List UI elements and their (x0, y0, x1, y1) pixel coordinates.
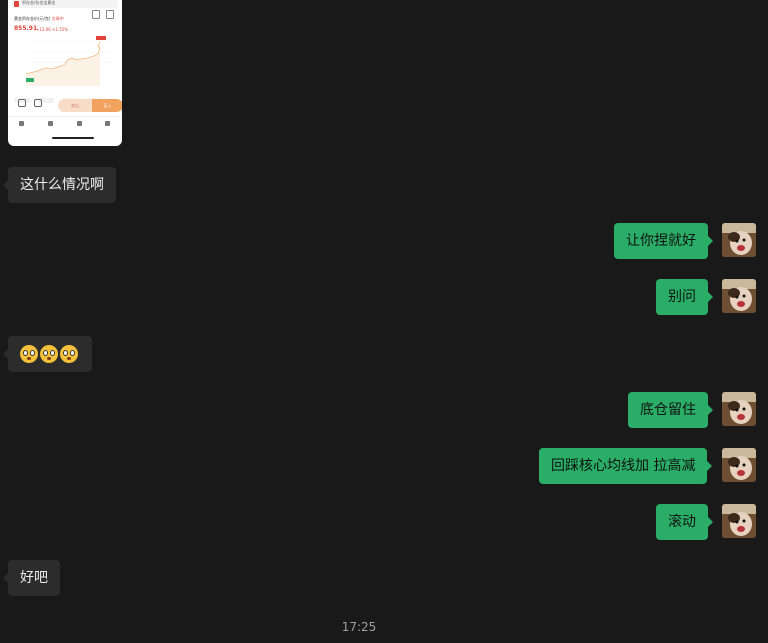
worried-face-icon (20, 345, 38, 363)
alert-icon (18, 99, 26, 107)
asset-name: 黄金积存金价(元/克) 交易中 (14, 16, 64, 22)
message-text: 底仓留住 (640, 402, 696, 418)
avatar-image (722, 392, 756, 426)
trading-tag: 交易中 (51, 16, 64, 21)
avatar[interactable] (722, 223, 756, 257)
shared-screenshot-image[interactable]: 积存金/存金宝黄金 黄金积存金价(元/克) 交易中 855.91 +13.06 … (8, 0, 122, 146)
avatar[interactable] (722, 448, 756, 482)
message-bubble[interactable] (3, 336, 92, 372)
sell-button: 卖出 (58, 99, 92, 112)
message-bubble[interactable]: 底仓留住 (628, 392, 713, 428)
avatar-image (722, 279, 756, 313)
home-indicator (52, 137, 94, 139)
message-bubble[interactable]: 这什么情况啊 (3, 167, 116, 203)
share-icon (106, 10, 114, 19)
worried-face-icon (60, 345, 78, 363)
message-text: 这什么情况啊 (20, 177, 104, 193)
message-text: 回踩核心均线加 拉高减 (551, 458, 696, 474)
worried-face-icon (40, 345, 58, 363)
message-bubble[interactable]: 别问 (656, 279, 713, 315)
message-bubble[interactable]: 让你捏就好 (614, 223, 713, 259)
message-bubble[interactable]: 好吧 (3, 560, 60, 596)
price-change: +13.06 +1.55% (36, 27, 69, 32)
bottom-nav (8, 116, 122, 133)
header-text: 积存金/存金宝黄金 (22, 0, 56, 5)
favorite-icon (92, 10, 100, 19)
message-text: 让你捏就好 (626, 233, 696, 249)
timestamp: 17:25 (341, 620, 377, 634)
message-bubble[interactable]: 回踩核心均线加 拉高减 (539, 448, 713, 484)
avatar-image (722, 504, 756, 538)
message-text: 别问 (668, 289, 696, 305)
message-text: 好吧 (20, 570, 48, 586)
asset-name-text: 黄金积存金价(元/克) (14, 16, 51, 21)
message-text: 滚动 (668, 514, 696, 530)
app-icon (14, 1, 19, 7)
message-bubble[interactable]: 滚动 (656, 504, 713, 540)
avatar-image (722, 448, 756, 482)
avatar[interactable] (722, 279, 756, 313)
avatar-image (722, 223, 756, 257)
detail-icon (34, 99, 42, 107)
avatar[interactable] (722, 504, 756, 538)
avatar[interactable] (722, 392, 756, 426)
price-line-chart (26, 36, 118, 86)
gold-price: 855.91 (14, 25, 38, 32)
buy-button: 买入 (92, 99, 122, 112)
